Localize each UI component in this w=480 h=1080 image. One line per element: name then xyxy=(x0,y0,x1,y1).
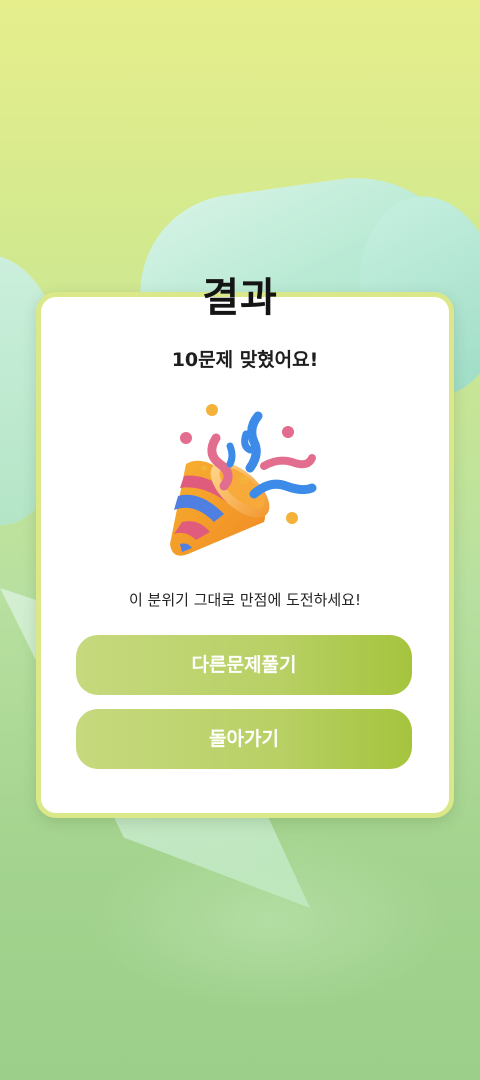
result-title: 결과 xyxy=(202,275,278,321)
retry-other-quiz-button[interactable]: 다른문제풀기 xyxy=(76,635,412,695)
result-score-text: 10문제 맞혔어요! xyxy=(171,349,319,371)
encouragement-text: 이 분위기 그대로 만점에 도전하세요! xyxy=(128,591,362,609)
back-button[interactable]: 돌아가기 xyxy=(76,709,412,769)
party-popper-icon xyxy=(160,398,324,564)
background-glow-shape xyxy=(90,830,450,1010)
